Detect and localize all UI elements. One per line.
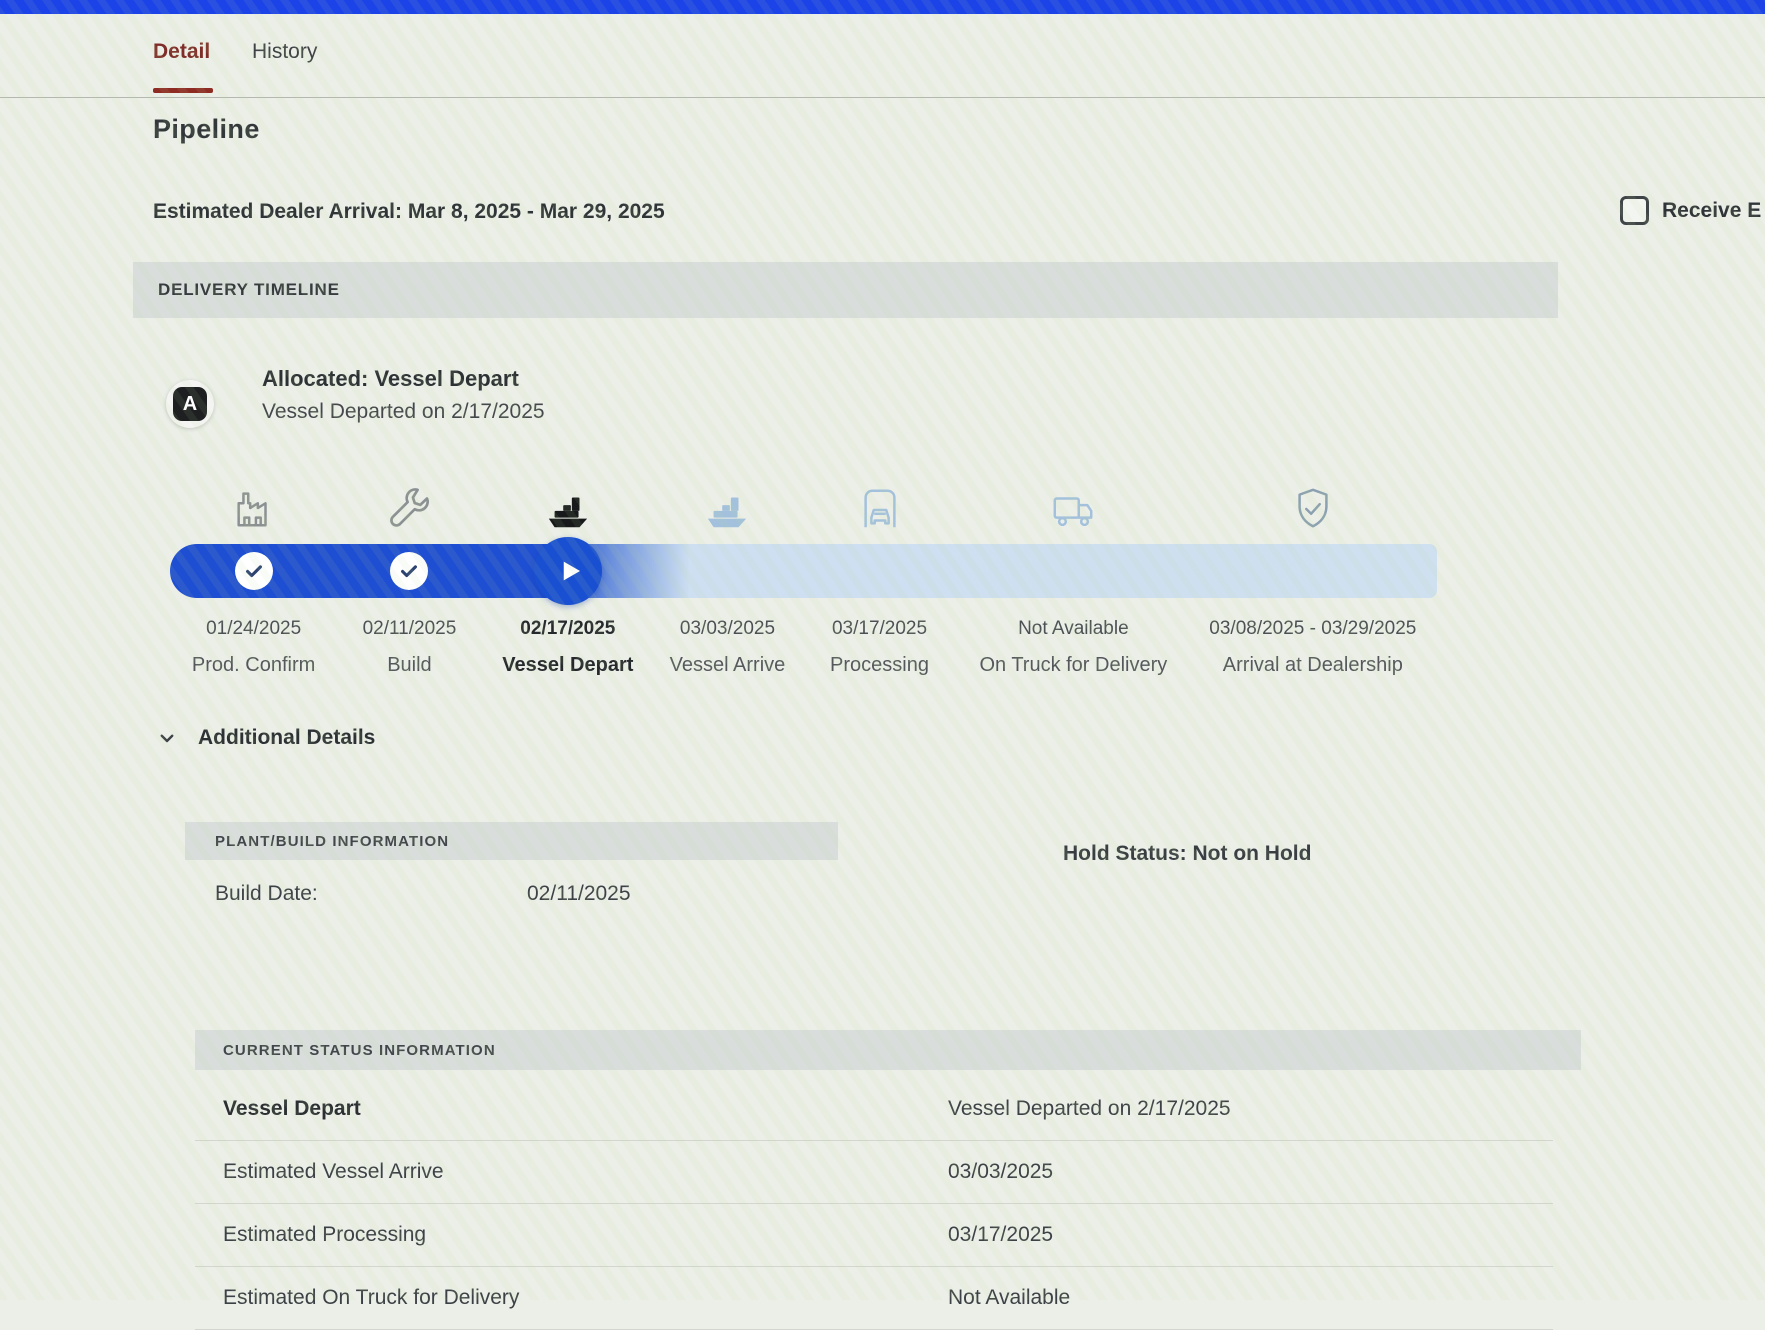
delivery-timeline-header: DELIVERY TIMELINE xyxy=(133,262,1558,318)
tabs-divider xyxy=(0,97,1765,98)
status-row-label: Vessel Depart xyxy=(223,1097,361,1121)
tab-history[interactable]: History xyxy=(252,40,317,64)
current-status-table: Vessel Depart Vessel Departed on 2/17/202… xyxy=(195,1078,1553,1330)
allocated-status-subtitle: Vessel Departed on 2/17/2025 xyxy=(262,400,545,424)
shield-check-icon xyxy=(1188,478,1438,532)
status-row-value: Vessel Departed on 2/17/2025 xyxy=(948,1097,1231,1121)
browser-top-bar xyxy=(0,0,1765,14)
delivery-progress-timeline: 01/24/2025Prod. Confirm02/11/2025Build02… xyxy=(170,478,1437,718)
truck-icon xyxy=(948,478,1198,532)
status-row-label: Estimated Vessel Arrive xyxy=(223,1160,444,1184)
table-row: Estimated Processing 03/17/2025 xyxy=(195,1204,1553,1267)
plant-build-title: PLANT/BUILD INFORMATION xyxy=(215,833,449,850)
build-date-label: Build Date: xyxy=(215,882,318,906)
allocated-status-title: Allocated: Vessel Depart xyxy=(262,366,519,392)
plant-build-header: PLANT/BUILD INFORMATION xyxy=(185,822,838,860)
status-row-value: Not Available xyxy=(948,1286,1070,1310)
estimated-dealer-arrival: Estimated Dealer Arrival: Mar 8, 2025 - … xyxy=(153,200,665,224)
allocated-letter-icon: A xyxy=(173,387,207,421)
receive-checkbox-label: Receive E xyxy=(1662,199,1761,223)
status-row-label: Estimated Processing xyxy=(223,1223,426,1247)
tab-detail[interactable]: Detail xyxy=(153,40,210,64)
page-title: Pipeline xyxy=(153,114,260,145)
active-tab-underline xyxy=(153,88,213,93)
timeline-step-arrival-at-dealership: 03/08/2025 - 03/29/2025Arrival at Dealer… xyxy=(1188,478,1438,532)
step-date: Not Available xyxy=(948,618,1198,640)
status-row-value: 03/03/2025 xyxy=(948,1160,1053,1184)
delivery-timeline-title: DELIVERY TIMELINE xyxy=(158,280,340,300)
status-row-label: Estimated On Truck for Delivery xyxy=(223,1286,519,1310)
step-current-play-icon xyxy=(534,537,602,605)
table-row: Estimated On Truck for Delivery Not Avail… xyxy=(195,1267,1553,1330)
allocated-badge: A xyxy=(166,380,214,428)
step-date: 03/08/2025 - 03/29/2025 xyxy=(1188,618,1438,640)
table-row: Vessel Depart Vessel Departed on 2/17/202… xyxy=(195,1078,1553,1141)
additional-details-toggle[interactable]: Additional Details xyxy=(158,726,375,750)
timeline-step-on-truck-for-delivery: Not AvailableOn Truck for Delivery xyxy=(948,478,1198,532)
current-status-header: CURRENT STATUS INFORMATION xyxy=(195,1030,1581,1070)
additional-details-label: Additional Details xyxy=(198,726,375,750)
table-row: Estimated Vessel Arrive 03/03/2025 xyxy=(195,1141,1553,1204)
pipeline-page: Detail History Pipeline Estimated Dealer… xyxy=(0,0,1765,1300)
hold-status: Hold Status: Not on Hold xyxy=(1063,842,1311,866)
status-row-value: 03/17/2025 xyxy=(948,1223,1053,1247)
progress-bar xyxy=(170,544,1437,598)
receive-email-checkbox[interactable]: Receive E xyxy=(1620,196,1761,225)
build-date-value: 02/11/2025 xyxy=(527,882,631,906)
checkbox-icon[interactable] xyxy=(1620,196,1649,225)
step-complete-check-icon xyxy=(235,552,273,590)
step-label: Arrival at Dealership xyxy=(1188,654,1438,677)
chevron-down-icon[interactable] xyxy=(158,729,176,747)
current-status-title: CURRENT STATUS INFORMATION xyxy=(223,1042,496,1059)
step-complete-check-icon xyxy=(390,552,428,590)
step-label: On Truck for Delivery xyxy=(948,654,1198,677)
